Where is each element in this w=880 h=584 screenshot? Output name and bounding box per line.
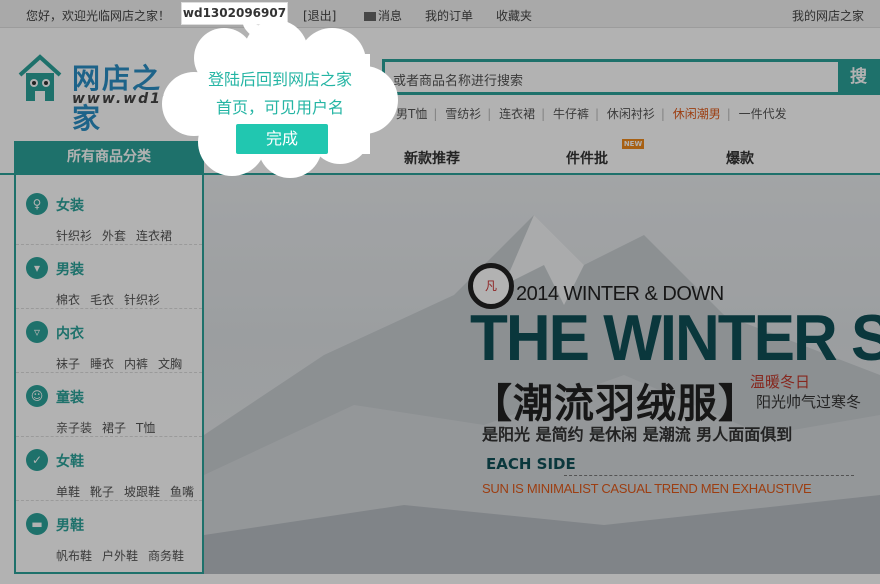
- child-icon: ☺: [26, 385, 48, 407]
- welcome-text: 您好，欢迎光临网店之家！: [26, 9, 171, 23]
- category-item[interactable]: ▿ 内衣 袜子 睡衣 内裤 文胸: [16, 309, 202, 373]
- nav-item-hot[interactable]: 爆款: [726, 148, 754, 168]
- subcategory-link[interactable]: 靴子: [90, 485, 114, 499]
- banner-headline: THE WINTER SU: [470, 302, 880, 375]
- category-title[interactable]: 男鞋: [56, 515, 84, 535]
- subcategory-link[interactable]: 毛衣: [90, 293, 114, 307]
- hotword-item[interactable]: 雪纺衫: [445, 107, 481, 121]
- subcategory-link[interactable]: 外套: [102, 229, 126, 243]
- subcategory-link[interactable]: 袜子: [56, 357, 80, 371]
- new-badge: NEW: [622, 139, 644, 149]
- nav-item-new[interactable]: 新款推荐: [404, 148, 460, 168]
- category-subs: 棉衣 毛衣 针织衫: [56, 291, 170, 308]
- subcategory-link[interactable]: 棉衣: [56, 293, 80, 307]
- banner-divider: [564, 475, 854, 476]
- heel-icon: ✓: [26, 449, 48, 471]
- promo-banner[interactable]: 凡 2014 WINTER & DOWN THE WINTER SU 【潮流羽绒…: [204, 175, 880, 574]
- subcategory-link[interactable]: 帆布鞋: [56, 549, 92, 563]
- banner-warm-text: 温暖冬日: [750, 373, 811, 391]
- subcategory-link[interactable]: 坡跟鞋: [124, 485, 160, 499]
- tooltip-line-1: 登陆后回到网店之家: [207, 70, 352, 89]
- header: 网店之家 www.wd199 或者商品名称进行搜索 搜 男T恤 | 雪纺衫 | 连衣…: [0, 29, 880, 141]
- hotword-item[interactable]: 牛仔裤: [553, 107, 589, 121]
- category-title[interactable]: 女鞋: [56, 451, 84, 471]
- subcategory-link[interactable]: 连衣裙: [136, 229, 172, 243]
- banner-each-side: EACH SIDE: [486, 455, 576, 473]
- category-title[interactable]: 内衣: [56, 323, 84, 343]
- subcategory-link[interactable]: 文胸: [158, 357, 182, 371]
- hotword-item[interactable]: 休闲潮男: [673, 107, 721, 121]
- subcategory-link[interactable]: 针织衫: [56, 229, 92, 243]
- category-subs: 单鞋 靴子 坡跟鞋 鱼嘴: [56, 483, 204, 500]
- subcategory-link[interactable]: 商务鞋: [148, 549, 184, 563]
- category-sidebar: ♀ 女装 针织衫 外套 连衣裙 ▾ 男装 棉衣 毛衣 针织衫 ▿ 内衣 袜子 睡衣 内裤 文胸…: [14, 175, 204, 574]
- category-item[interactable]: ♀ 女装 针织衫 外套 连衣裙: [16, 181, 202, 245]
- favorites-link[interactable]: 收藏夹: [496, 7, 532, 24]
- shoe-icon: ▬: [26, 513, 48, 535]
- subcategory-link[interactable]: 裙子: [102, 421, 126, 435]
- subcategory-link[interactable]: 亲子装: [56, 421, 92, 435]
- shirt-icon: ▾: [26, 257, 48, 279]
- underwear-icon: ▿: [26, 321, 48, 343]
- hotword-item[interactable]: 男T恤: [396, 107, 427, 121]
- house-logo-icon: [18, 54, 62, 101]
- category-subs: 亲子装 裙子 T恤: [56, 419, 165, 436]
- search-button[interactable]: 搜: [838, 59, 880, 95]
- nav-item-wholesale[interactable]: 件件批: [566, 148, 608, 168]
- category-item[interactable]: ▾ 男装 棉衣 毛衣 针织衫: [16, 245, 202, 309]
- banner-tagline: 是阳光 是简约 是休闲 是潮流 男人面面俱到: [482, 425, 793, 444]
- subcategory-link[interactable]: T恤: [136, 421, 155, 435]
- category-item[interactable]: ▬ 男鞋 帆布鞋 户外鞋 商务鞋: [16, 501, 202, 565]
- done-button[interactable]: 完成: [236, 124, 328, 154]
- hotword-item[interactable]: 休闲衬衫: [607, 107, 655, 121]
- subcategory-link[interactable]: 睡衣: [90, 357, 114, 371]
- dress-icon: ♀: [26, 193, 48, 215]
- tooltip-message: 登陆后回到网店之家 首页，可见用户名: [180, 66, 380, 122]
- banner-sun-text: 阳光帅气过寒冬: [756, 393, 862, 411]
- banner-en-line: SUN IS MINIMALIST CASUAL TREND MEN EXHAU…: [482, 481, 812, 496]
- category-item[interactable]: ☺ 童装 亲子装 裙子 T恤: [16, 373, 202, 437]
- subcategory-link[interactable]: 针织衫: [124, 293, 160, 307]
- hotword-item[interactable]: 一件代发: [739, 107, 787, 121]
- subcategory-link[interactable]: 单鞋: [56, 485, 80, 499]
- category-title[interactable]: 女装: [56, 195, 84, 215]
- hot-keywords: 男T恤 | 雪纺衫 | 连衣裙 | 牛仔裤 | 休闲衬衫 | 休闲潮男 | 一件代发: [396, 107, 787, 121]
- tooltip-line-2: 首页，可见用户名: [215, 98, 344, 117]
- category-subs: 帆布鞋 户外鞋 商务鞋: [56, 547, 194, 564]
- main-nav: 所有商品分类 新款推荐 件件批 爆款: [0, 141, 880, 175]
- category-subs: 袜子 睡衣 内裤 文胸: [56, 355, 192, 372]
- my-account-link[interactable]: 我的网店之家: [792, 7, 864, 24]
- subcategory-link[interactable]: 户外鞋: [102, 549, 138, 563]
- hotword-item[interactable]: 连衣裙: [499, 107, 535, 121]
- subcategory-link[interactable]: 鱼嘴: [170, 485, 194, 499]
- search-placeholder: 或者商品名称进行搜索: [393, 74, 524, 89]
- category-title[interactable]: 男装: [56, 259, 84, 279]
- my-orders-link[interactable]: 我的订单: [425, 7, 473, 24]
- search-input[interactable]: 或者商品名称进行搜索: [382, 59, 842, 95]
- category-item[interactable]: ✓ 女鞋 单鞋 靴子 坡跟鞋 鱼嘴: [16, 437, 202, 501]
- subcategory-link[interactable]: 内裤: [124, 357, 148, 371]
- category-subs: 针织衫 外套 连衣裙: [56, 227, 182, 244]
- top-bar: 您好，欢迎光临网店之家！ [退出] 消息 我的订单 收藏夹 我的网店之家: [0, 0, 880, 28]
- category-title[interactable]: 童装: [56, 387, 84, 407]
